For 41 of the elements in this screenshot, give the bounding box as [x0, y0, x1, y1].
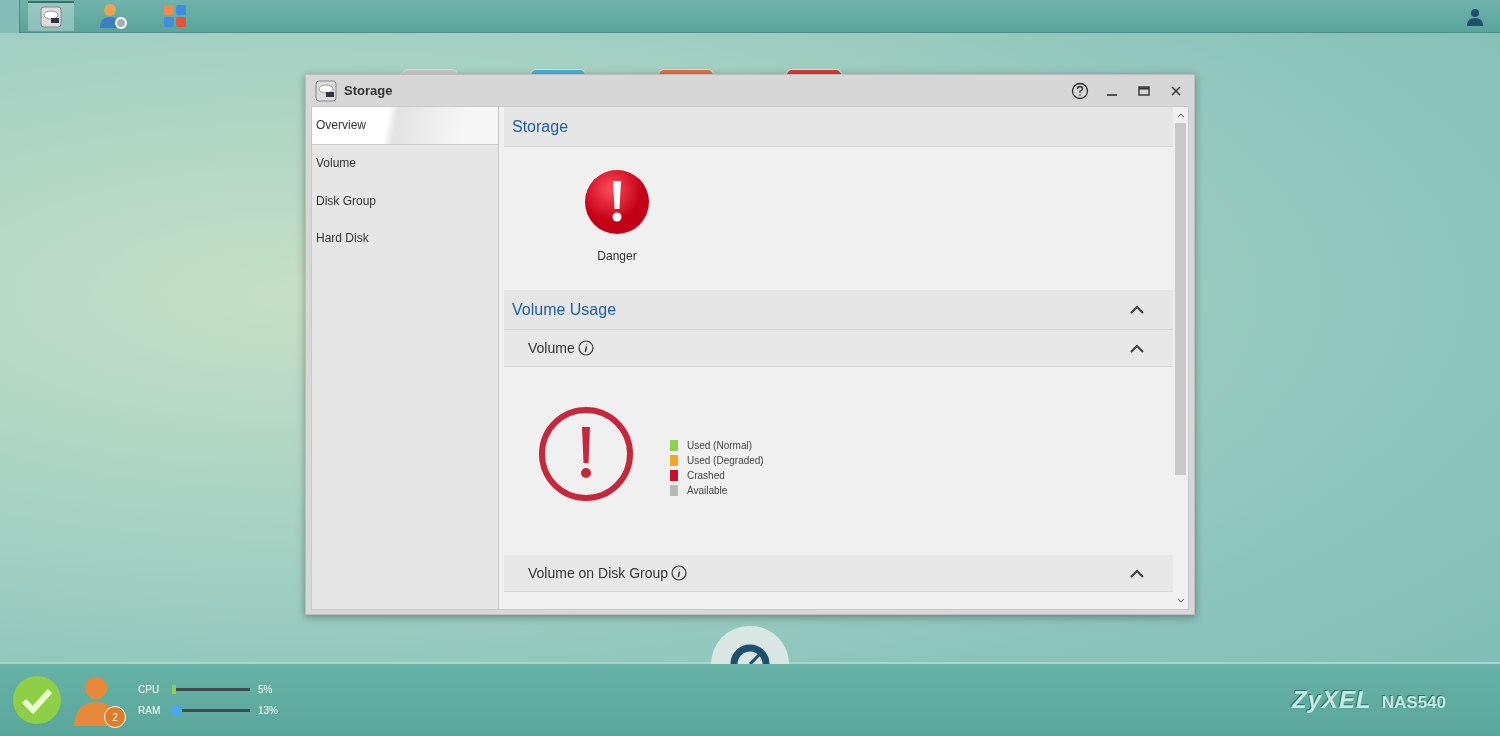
section-title: Volume Usage — [512, 300, 618, 319]
sidebar-item[interactable]: Hard Disk — [312, 219, 498, 257]
section-title: Storage — [512, 117, 570, 136]
subsection-title: Volume on Disk Group — [528, 565, 669, 581]
sidebar-item[interactable]: Overview — [312, 107, 498, 145]
taskbar-app-button[interactable] — [28, 1, 74, 31]
scrollbar-thumb[interactable] — [1175, 123, 1186, 475]
meter-label: CPU — [138, 684, 161, 695]
legend-label: Used (Degraded) — [687, 455, 764, 466]
chevron-up-icon — [1130, 343, 1144, 353]
legend-label: Available — [687, 485, 728, 496]
window-title: Storage — [344, 83, 394, 98]
info-icon[interactable] — [577, 340, 594, 356]
brand-logo: ZyXEL — [1292, 686, 1372, 714]
subsection-title: Volume — [528, 340, 575, 356]
sidebar-item[interactable]: Disk Group — [312, 182, 498, 220]
warning-icon — [584, 169, 650, 235]
sidebar-item[interactable]: Volume — [312, 144, 498, 182]
user-gear-icon — [98, 3, 128, 29]
chevron-up-icon — [1130, 305, 1144, 314]
error-circle-icon — [538, 406, 634, 502]
close-icon — [1170, 84, 1182, 97]
gauge-icon — [730, 642, 770, 664]
minimize-icon — [1107, 93, 1117, 96]
help-icon — [1071, 81, 1089, 100]
status-ok-icon[interactable] — [12, 675, 62, 725]
maximize-icon — [1138, 84, 1150, 97]
legend-label: Used (Normal) — [687, 440, 752, 451]
user-count-badge: 2 — [104, 706, 126, 728]
meter-label: RAM — [138, 705, 162, 716]
meter-reading: 13% — [257, 705, 279, 716]
scroll-up-icon[interactable] — [1176, 112, 1185, 118]
info-icon[interactable] — [671, 565, 688, 581]
user-icon[interactable] — [1466, 8, 1484, 26]
scroll-down-icon[interactable] — [1176, 598, 1185, 604]
legend-label: Crashed — [687, 470, 725, 481]
meter-reading: 5% — [257, 684, 274, 695]
media-apps-icon — [163, 4, 187, 28]
model-name: NAS540 — [1381, 693, 1446, 713]
chevron-up-icon — [1130, 568, 1144, 578]
status-label: Danger — [597, 249, 637, 263]
